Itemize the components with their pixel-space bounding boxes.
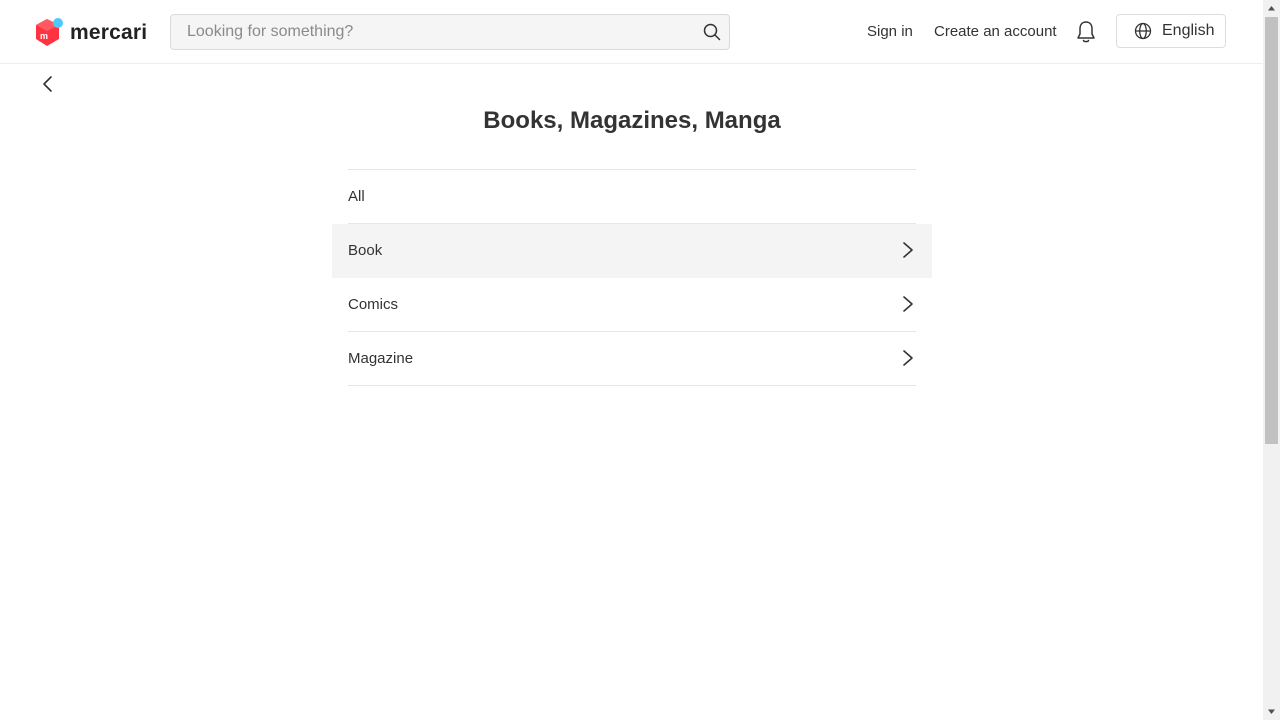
search-icon[interactable] [703,23,721,41]
page: m mercari Sign in Create an account Engl… [0,0,1263,720]
category-row-comics[interactable]: Comics [348,278,916,332]
category-row-book[interactable]: Book [332,224,932,278]
chevron-right-icon [903,296,913,312]
category-row-magazine[interactable]: Magazine [348,332,916,386]
category-list: All Book Comics Magazine [332,169,932,386]
category-label: Book [348,242,383,259]
mercari-logo-icon: m [36,18,63,46]
svg-text:m: m [40,31,48,41]
sign-in-link[interactable]: Sign in [867,23,913,41]
language-label: English [1162,22,1215,39]
mercari-logo[interactable]: m mercari [34,16,147,48]
page-title: Books, Magazines, Manga [483,107,781,134]
chevron-right-icon [903,350,913,366]
search-input[interactable] [171,15,691,49]
category-row-all[interactable]: All [348,170,916,224]
logo-wordmark: mercari [70,20,148,44]
scroll-up-arrow-icon[interactable] [1263,0,1280,17]
scrollbar-thumb[interactable] [1265,17,1278,444]
globe-icon [1134,22,1152,40]
search-bar [170,14,730,50]
scroll-down-arrow-icon[interactable] [1263,703,1280,720]
category-label: Comics [348,296,399,313]
chevron-right-icon [903,242,913,258]
category-label: Magazine [348,350,414,367]
category-label: All [348,188,365,205]
language-button[interactable]: English [1116,14,1226,48]
vertical-scrollbar[interactable] [1263,0,1280,720]
chevron-left-icon[interactable] [38,74,58,94]
top-header: m mercari Sign in Create an account Engl… [0,0,1263,64]
bell-icon[interactable] [1075,20,1097,44]
create-account-link[interactable]: Create an account [934,23,1057,41]
